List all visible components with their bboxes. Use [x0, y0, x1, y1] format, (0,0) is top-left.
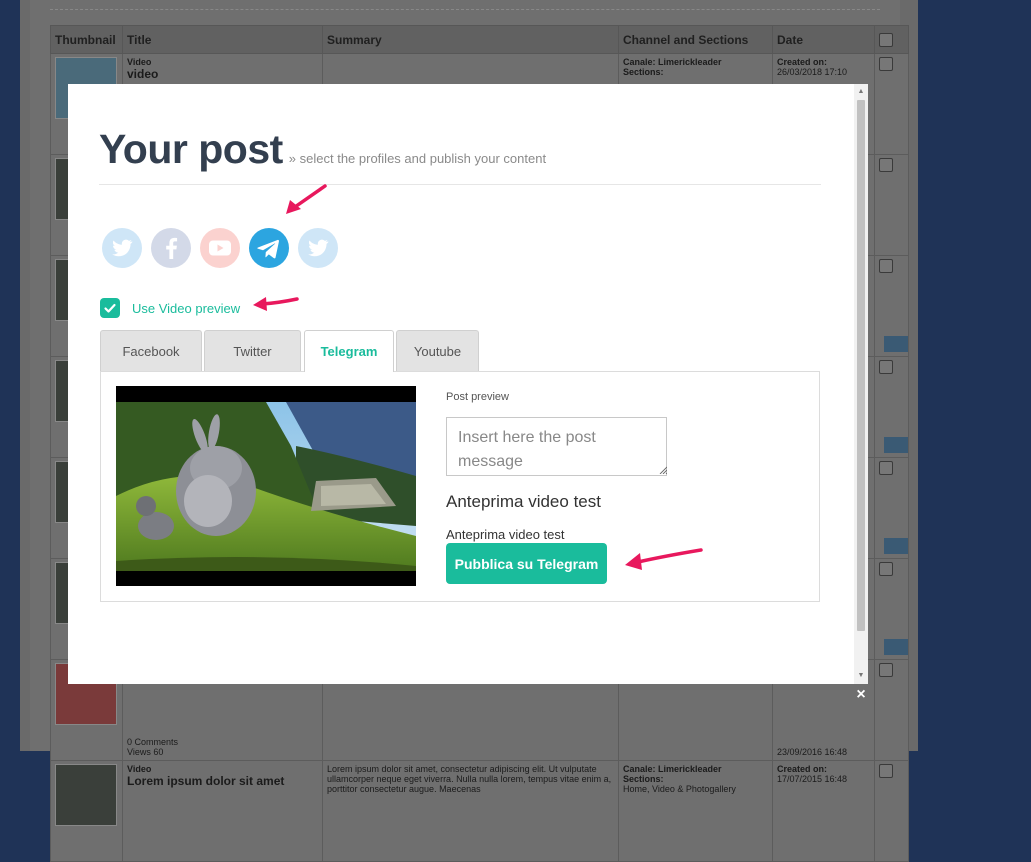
youtube-icon [200, 228, 240, 268]
row-date: 17/07/2015 16:48 [777, 774, 848, 784]
tab-twitter[interactable]: Twitter [204, 330, 301, 371]
row-checkbox[interactable] [879, 461, 893, 475]
scroll-up-icon[interactable]: ▲ [854, 84, 868, 100]
row-comments: 0 Comments [127, 737, 179, 747]
divider [50, 9, 880, 10]
scroll-down-icon[interactable]: ▼ [854, 668, 868, 684]
row-checkbox[interactable] [879, 57, 893, 71]
profile-youtube[interactable] [200, 228, 240, 268]
row-sections-label: Sections: [623, 774, 664, 784]
thumbnail-image[interactable] [55, 764, 117, 826]
post-preview-label: Post preview [446, 391, 509, 403]
modal-title: Your post [99, 126, 283, 172]
modal-scrollbar[interactable]: ▲ ▼ [854, 84, 868, 684]
row-checkbox[interactable] [879, 663, 893, 677]
row-sections-label: Sections: [623, 67, 664, 77]
row-channel: Canale: Limerickleader [623, 764, 722, 774]
column-header: Channel and Sections [618, 25, 773, 54]
video-frame-image [116, 386, 416, 586]
people-icon [884, 538, 908, 554]
row-views: Views 60 [127, 747, 164, 757]
modal-subtitle: » select the profiles and publish your c… [288, 151, 547, 166]
tab-facebook[interactable]: Facebook [100, 330, 202, 371]
row-date: 26/03/2018 17:10 [777, 67, 848, 77]
row-checkbox[interactable] [879, 562, 893, 576]
publish-modal: Your post » select the profiles and publi… [68, 84, 868, 684]
row-date: 23/09/2016 16:48 [777, 747, 848, 757]
video-thumbnail[interactable] [116, 386, 416, 586]
profile-twitter[interactable] [102, 228, 142, 268]
row-summary: Lorem ipsum dolor sit amet, consectetur … [322, 760, 619, 862]
table-row: Video Lorem ipsum dolor sit amet Lorem ip… [50, 760, 909, 862]
row-checkbox[interactable] [879, 259, 893, 273]
column-header: Thumbnail [50, 25, 123, 54]
video-title: Anteprima video test [446, 492, 601, 511]
people-icon [884, 639, 908, 655]
post-message-input[interactable] [446, 417, 667, 476]
scrollbar-thumb[interactable] [857, 100, 865, 631]
use-video-preview-checkbox[interactable] [100, 298, 120, 318]
row-channel: Canale: Limerickleader [623, 57, 722, 67]
select-all-cell [874, 25, 909, 54]
row-date-label: Created on: [777, 57, 828, 67]
facebook-icon [151, 228, 191, 268]
video-caption: Anteprima video test [446, 527, 565, 542]
column-header: Summary [322, 25, 619, 54]
row-title[interactable]: Lorem ipsum dolor sit amet [127, 774, 318, 788]
publish-telegram-button[interactable]: Pubblica su Telegram [446, 543, 607, 584]
row-checkbox[interactable] [879, 158, 893, 172]
telegram-tab-panel: Post preview Anteprima video test Antepr… [100, 371, 820, 602]
row-title[interactable]: video [127, 67, 318, 81]
resize-handle-icon[interactable] [659, 466, 667, 474]
row-checkbox[interactable] [879, 764, 893, 778]
tab-youtube[interactable]: Youtube [396, 330, 479, 371]
profile-twitter-2[interactable] [298, 228, 338, 268]
use-video-preview-label[interactable]: Use Video preview [132, 301, 240, 316]
close-modal-button[interactable]: × [854, 687, 868, 703]
twitter-icon [298, 228, 338, 268]
row-sections-value: Home, Video & Photogallery [623, 784, 736, 794]
profile-facebook[interactable] [151, 228, 191, 268]
divider [99, 184, 821, 185]
row-date-label: Created on: [777, 764, 828, 774]
select-all-checkbox[interactable] [879, 32, 893, 47]
column-header: Title [122, 25, 323, 54]
twitter-icon [102, 228, 142, 268]
modal-header: Your post » select the profiles and publi… [99, 126, 546, 173]
column-header: Date [772, 25, 875, 54]
people-icon [884, 437, 908, 453]
row-kind: Video [127, 57, 152, 67]
checkmark-icon [104, 303, 116, 313]
row-checkbox[interactable] [879, 360, 893, 374]
row-kind: Video [127, 764, 152, 774]
telegram-icon [249, 228, 289, 268]
profile-telegram[interactable] [249, 228, 289, 268]
table-header: Thumbnail Title Summary Channel and Sect… [50, 25, 909, 54]
tab-telegram[interactable]: Telegram [304, 330, 394, 372]
people-icon [884, 336, 908, 352]
